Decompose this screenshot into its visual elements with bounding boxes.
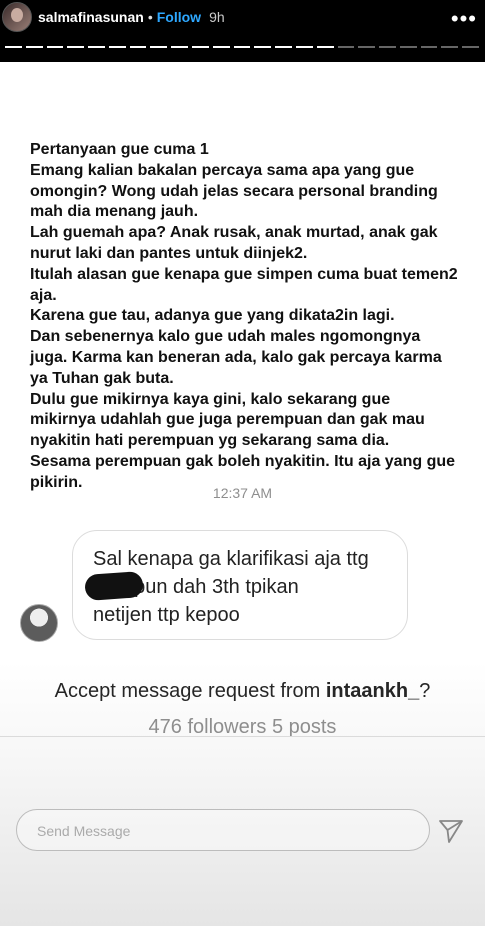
progress-segment xyxy=(254,46,272,48)
progress-segment xyxy=(441,46,459,48)
divider xyxy=(0,736,485,737)
progress-segment xyxy=(420,46,438,48)
follow-button[interactable]: Follow xyxy=(157,9,201,25)
profile-avatar[interactable] xyxy=(2,2,32,32)
sender-avatar[interactable] xyxy=(20,604,58,642)
progress-segment xyxy=(46,46,64,48)
progress-segment xyxy=(171,46,189,48)
progress-segment xyxy=(108,46,126,48)
progress-segment xyxy=(233,46,251,48)
progress-segment xyxy=(275,46,292,48)
separator-dot: • xyxy=(147,9,153,25)
progress-segment xyxy=(5,46,22,48)
send-message-box[interactable] xyxy=(16,809,430,851)
progress-segment xyxy=(379,46,396,48)
progress-segment xyxy=(67,46,85,48)
progress-segment xyxy=(129,46,147,48)
request-prompt[interactable]: Accept message request from intaankh_? xyxy=(0,680,485,703)
story-progress-bar xyxy=(5,46,479,49)
story-header: salmafinasunan • Follow 9h ••• xyxy=(0,0,485,62)
message-request-panel: Accept message request from intaankh_? 4… xyxy=(0,662,485,926)
incoming-message-bubble: Sal kenapa ga klarifikasi aja ttg walopu… xyxy=(72,530,408,640)
story-content: Pertanyaan gue cuma 1 Emang kalian bakal… xyxy=(0,62,485,926)
request-handle[interactable]: intaankh_ xyxy=(326,680,419,702)
request-suffix: ? xyxy=(419,680,431,702)
more-dots-icon[interactable]: ••• xyxy=(451,6,477,32)
message-timestamp: 12:37 AM xyxy=(212,485,273,501)
story-meta: salmafinasunan • Follow 9h xyxy=(38,9,225,25)
progress-segment xyxy=(150,46,168,48)
post-time: 9h xyxy=(209,9,225,25)
progress-segment xyxy=(192,46,209,48)
progress-segment xyxy=(295,46,313,48)
avatar-face xyxy=(11,8,23,22)
send-icon[interactable] xyxy=(438,818,464,844)
progress-segment xyxy=(212,46,230,48)
received-message: Pertanyaan gue cuma 1 Emang kalian bakal… xyxy=(30,141,458,491)
progress-segment xyxy=(316,46,334,48)
progress-segment xyxy=(399,46,417,48)
progress-segment xyxy=(337,46,355,48)
send-message-input[interactable] xyxy=(35,810,409,851)
request-prefix: Accept message request from xyxy=(54,680,326,702)
username[interactable]: salmafinasunan xyxy=(38,9,144,25)
progress-segment xyxy=(88,46,105,48)
progress-segment xyxy=(25,46,43,48)
progress-segment xyxy=(358,46,376,48)
redaction-mark xyxy=(84,571,144,601)
progress-segment xyxy=(462,46,479,48)
